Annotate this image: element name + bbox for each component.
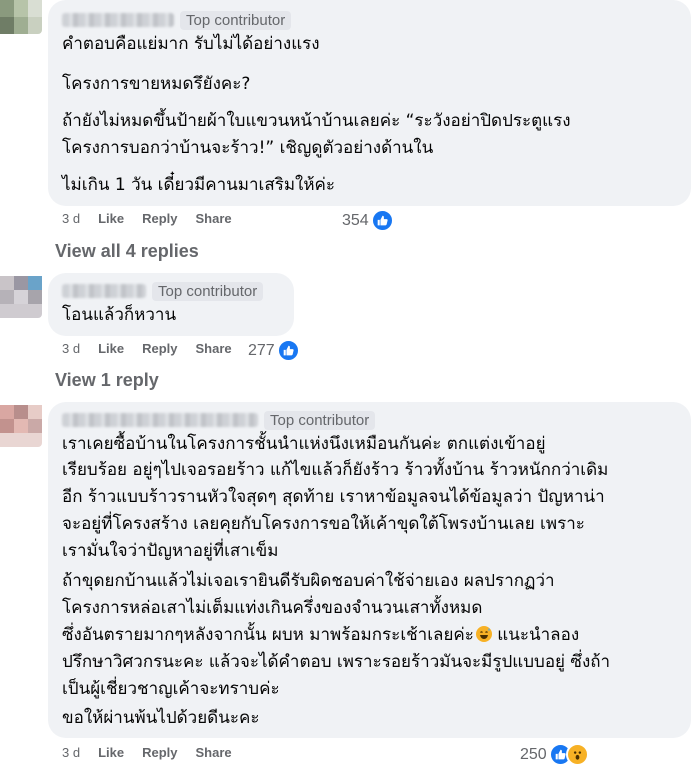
comment-text-line: ถ้ายังไม่หมดขึ้นป้ายผ้าใบแขวนหน้าบ้านเลย… xyxy=(62,111,571,131)
comment-text-line: คำตอบคือแย่มาก รับไม่ได้อย่างแรง xyxy=(62,34,320,54)
share-button[interactable]: Share xyxy=(196,745,232,760)
top-contributor-badge: Top contributor xyxy=(180,10,292,30)
comment-text-line: อีก ร้าวแบบร้าวรานหัวใจสุดๆ สุดท้าย เราห… xyxy=(62,487,605,507)
comment-text-line: โครงการหล่อเสาไม่เต็มแท่งเกินครึ่งของจำน… xyxy=(62,598,483,618)
comment-author-row: Top contributor xyxy=(62,9,292,31)
reaction-summary[interactable]: 250 xyxy=(520,743,589,766)
comment-text-line: ขอให้ผ่านพ้นไปด้วยดีนะคะ xyxy=(62,708,260,728)
comment-text-line: โครงการบอกว่าบ้านจะร้าว!” เชิญดูตัวอย่าง… xyxy=(62,138,434,158)
comment-actions: 3 d Like Reply Share xyxy=(62,211,250,226)
avatar[interactable] xyxy=(0,276,42,318)
comment-timestamp[interactable]: 3 d xyxy=(62,341,80,356)
comment-author-row: Top contributor xyxy=(62,280,264,302)
comment-text-line: จะอยู่ที่โครงสร้าง เลยคุยกับโครงการขอให้… xyxy=(62,514,585,534)
comment-timestamp[interactable]: 3 d xyxy=(62,211,80,226)
like-button[interactable]: Like xyxy=(98,211,124,226)
comment-actions: 3 d Like Reply Share xyxy=(62,341,250,356)
comment-text-fragment: ซึ่งอันตรายมากๆหลังจากนั้น ผบห มาพร้อมกร… xyxy=(62,625,474,645)
view-replies-link[interactable]: View 1 reply xyxy=(55,370,159,391)
reaction-count: 354 xyxy=(342,211,369,229)
comment-text-line: ปรึกษาวิศวกรนะคะ แล้วจะได้คำตอบ เพราะรอย… xyxy=(62,652,611,672)
author-name-blurred[interactable] xyxy=(62,13,174,27)
comment-text-fragment: แนะนำลอง xyxy=(491,625,580,645)
comment-text-line: ถ้าขุดยกบ้านแล้วไม่เจอเรายินดีรับผิดชอบค… xyxy=(62,571,555,591)
author-name-blurred[interactable] xyxy=(62,284,146,298)
comment-text-line: เรียบร้อย อยู่ๆไปเจอรอยร้าว แก้ไขแล้วก็ย… xyxy=(62,460,609,480)
comment-text-line: เป็นผู้เชี่ยวชาญเค้าจะทราบค่ะ xyxy=(62,679,280,699)
top-contributor-badge: Top contributor xyxy=(152,281,264,301)
share-button[interactable]: Share xyxy=(196,211,232,226)
view-replies-link[interactable]: View all 4 replies xyxy=(55,241,199,262)
like-icon xyxy=(370,209,394,232)
like-button[interactable]: Like xyxy=(98,745,124,760)
reaction-summary[interactable]: 354 xyxy=(342,209,394,232)
comment-text-line: ซึ่งอันตรายมากๆหลังจากนั้น ผบห มาพร้อมกร… xyxy=(62,624,579,646)
grinning-sweat-emoji xyxy=(475,626,492,642)
comment-author-row: Top contributor xyxy=(62,409,376,431)
comment-text-line: เราเคยซื้อบ้านในโครงการชั้นนำแห่งนึงเหมื… xyxy=(62,434,546,454)
top-contributor-badge: Top contributor xyxy=(264,410,376,430)
reaction-summary[interactable]: 277 xyxy=(248,339,300,362)
reply-button[interactable]: Reply xyxy=(142,341,177,356)
share-button[interactable]: Share xyxy=(196,341,232,356)
wow-icon xyxy=(565,743,589,766)
reply-button[interactable]: Reply xyxy=(142,745,177,760)
comment-text-line: เรามั่นใจว่าปัญหาอยู่ที่เสาเข็ม xyxy=(62,541,279,561)
reaction-count: 277 xyxy=(248,341,275,359)
comment-timestamp[interactable]: 3 d xyxy=(62,745,80,760)
comment-text-line: ไม่เกิน 1 วัน เดี๋ยวมีคานมาเสริมให้ค่ะ xyxy=(62,175,336,195)
comment-actions: 3 d Like Reply Share xyxy=(62,745,250,760)
author-name-blurred[interactable] xyxy=(62,413,258,427)
avatar[interactable] xyxy=(0,0,42,34)
comment-text-line: โครงการขายหมดรึยังคะ? xyxy=(62,74,251,94)
reaction-count: 250 xyxy=(520,745,547,763)
like-button[interactable]: Like xyxy=(98,341,124,356)
reply-button[interactable]: Reply xyxy=(142,211,177,226)
comment-text-line: โอนแล้วก็หวาน xyxy=(62,305,177,325)
avatar[interactable] xyxy=(0,405,42,447)
like-icon xyxy=(276,339,300,362)
